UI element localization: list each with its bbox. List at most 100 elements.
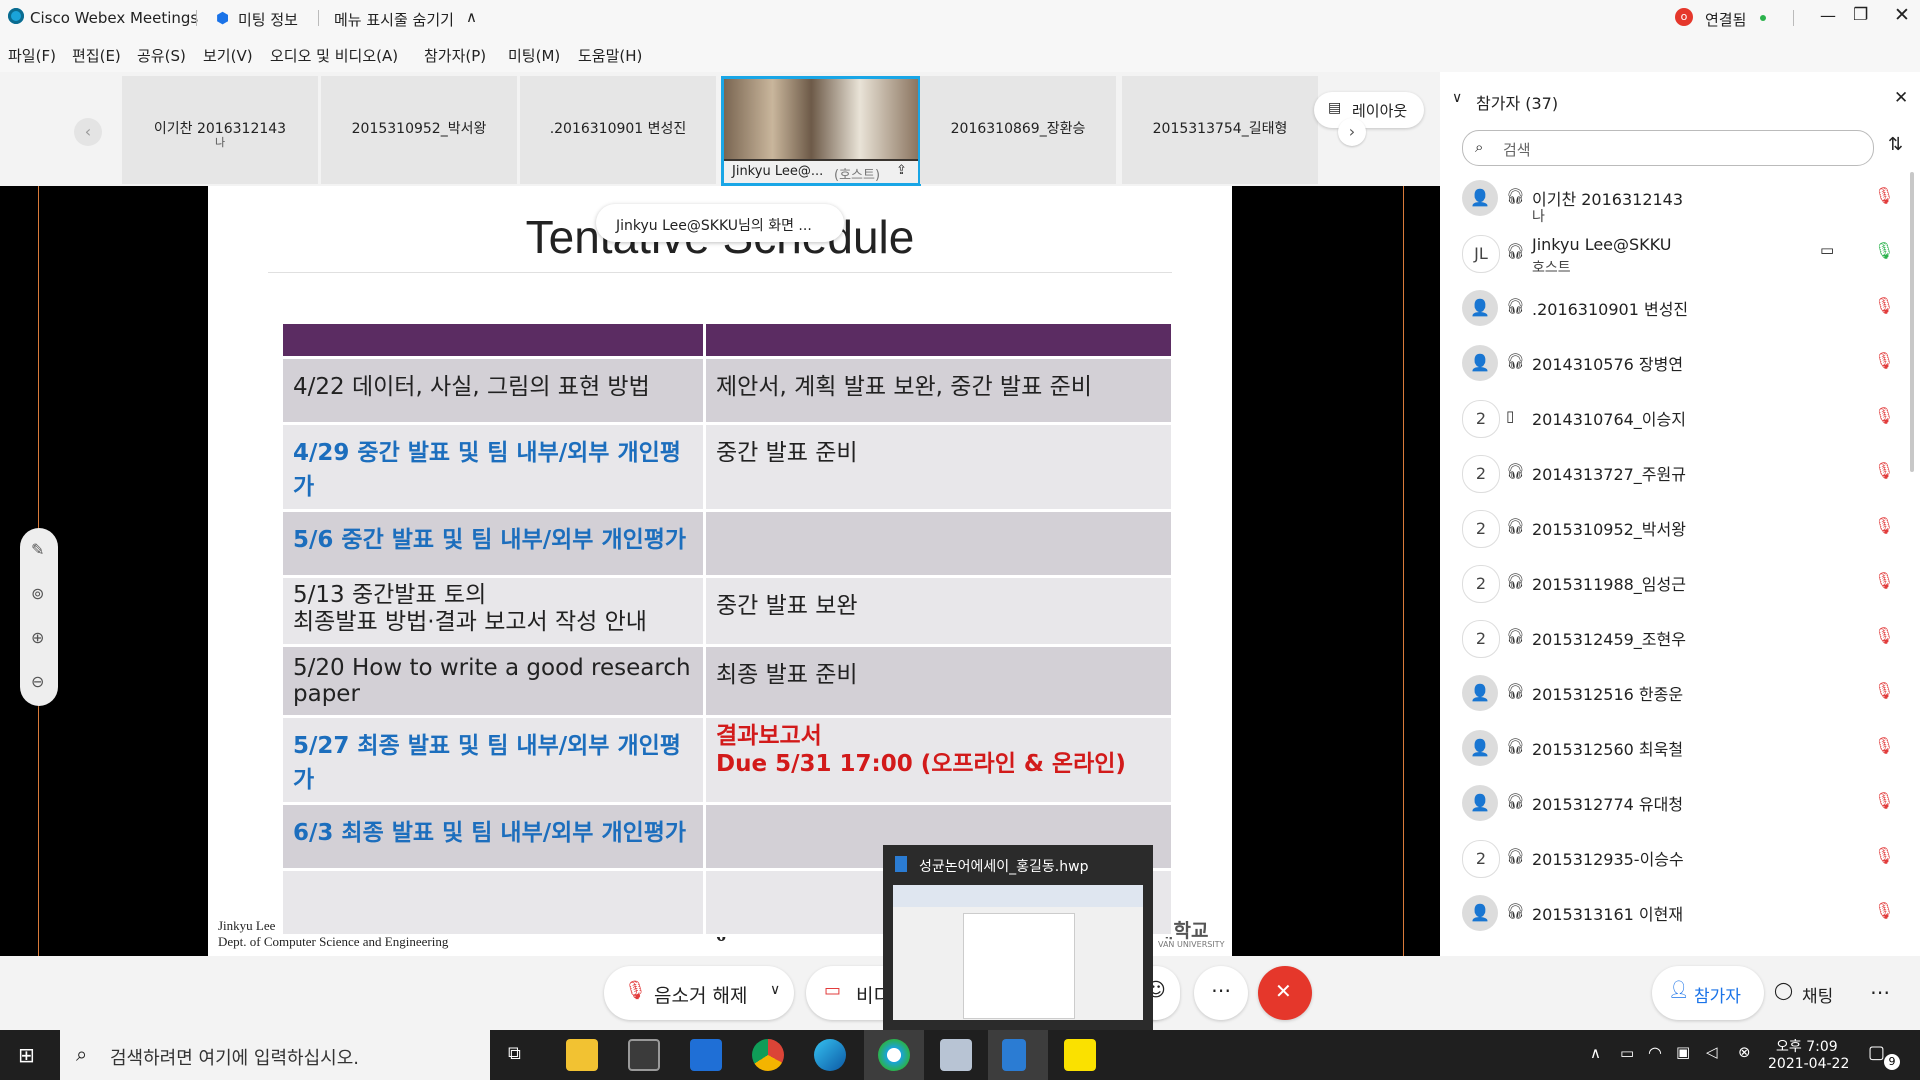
participant-row[interactable]: 👤 🎧︎ 2015312516 한종운 🎙︎: [1440, 665, 1900, 720]
panel-scrollbar[interactable]: [1910, 172, 1914, 472]
chrome-icon[interactable]: [752, 1039, 784, 1071]
mic-muted-icon[interactable]: 🎙︎: [1874, 461, 1894, 480]
active-speaker-thumbnail[interactable]: Jinkyu Lee@... (호스트) ⇪: [721, 76, 921, 186]
participant-row[interactable]: 2 🎧︎ 2015311988_임성근 🎙︎: [1440, 555, 1900, 610]
participant-row[interactable]: 2 🎧︎ 2015312935-이승수 🎙︎: [1440, 830, 1900, 885]
volume-icon[interactable]: ◁: [1706, 1043, 1718, 1061]
participant-search-input[interactable]: ⌕ 검색: [1462, 130, 1874, 166]
zoom-out-icon[interactable]: ⊖: [31, 672, 44, 691]
menu-help[interactable]: 도움말(H): [578, 45, 642, 66]
hwp-icon[interactable]: [1002, 1039, 1026, 1071]
ime-icon[interactable]: ⊗: [1738, 1043, 1751, 1061]
remote-control-icon[interactable]: ⊚: [31, 584, 44, 603]
edge-icon[interactable]: [814, 1039, 846, 1071]
video-thumbnail[interactable]: .2016310901 변성진: [520, 76, 716, 184]
sort-icon[interactable]: ⇅: [1888, 134, 1903, 155]
close-panel-icon[interactable]: ✕: [1894, 88, 1908, 108]
chat-icon: ◯: [1774, 981, 1794, 1001]
shield-icon: ⬢: [216, 9, 230, 27]
mic-muted-icon[interactable]: 🎙︎: [1874, 846, 1894, 865]
taskbar-search-box[interactable]: ⌕ 검색하려면 여기에 입력하십시오.: [60, 1030, 490, 1080]
layout-button[interactable]: ▤ 레이아웃: [1314, 92, 1424, 128]
menu-edit[interactable]: 편집(E): [72, 45, 121, 66]
minimize-icon[interactable]: —: [1820, 6, 1836, 25]
sharing-banner[interactable]: Jinkyu Lee@SKKU님의 화면 ...: [596, 204, 844, 242]
mic-muted-icon[interactable]: 🎙︎: [1874, 351, 1894, 370]
participant-row[interactable]: 2 ▯ 2014310764_이승지 🎙︎: [1440, 390, 1900, 445]
mic-muted-icon[interactable]: 🎙︎: [1874, 626, 1894, 645]
panel-more-icon[interactable]: ⋯: [1870, 980, 1890, 1004]
mic-muted-icon[interactable]: 🎙︎: [1874, 406, 1894, 425]
webex-taskbar-icon[interactable]: [878, 1039, 910, 1071]
participant-row[interactable]: JL 🎧︎ Jinkyu Lee@SKKU 호스트 ▭ 🎙︎: [1440, 225, 1900, 280]
search-icon: ⌕: [1475, 138, 1484, 156]
file-explorer-icon[interactable]: [566, 1039, 598, 1071]
person-icon: 👤: [1470, 793, 1490, 812]
remote-desktop-icon[interactable]: [940, 1039, 972, 1071]
mic-muted-icon[interactable]: 🎙︎: [1874, 296, 1894, 315]
more-options-button[interactable]: ⋯: [1194, 966, 1248, 1020]
participant-row[interactable]: 👤 🎧︎ .2016310901 변성진 🎙︎: [1440, 280, 1900, 335]
participant-row[interactable]: 2 🎧︎ 2015310952_박서왕 🎙︎: [1440, 500, 1900, 555]
battery-icon[interactable]: ▭: [1620, 1044, 1634, 1062]
participant-row[interactable]: 👤 🎧︎ 2015313161 이현재 🎙︎: [1440, 885, 1900, 940]
hide-menu-button[interactable]: 메뉴 표시줄 숨기기: [334, 9, 454, 30]
meeting-info-button[interactable]: 미팅 정보: [238, 9, 298, 30]
mic-muted-icon[interactable]: 🎙︎: [1874, 901, 1894, 920]
tray-chevron-icon[interactable]: ∧: [1590, 1044, 1601, 1062]
headset-icon: 🎧︎: [1506, 187, 1526, 205]
mail-icon[interactable]: [690, 1039, 722, 1071]
phone-icon: ▯: [1506, 407, 1515, 425]
preview-page: [963, 913, 1075, 1019]
strip-prev-button[interactable]: ‹: [74, 118, 102, 146]
divider: [196, 10, 197, 26]
mic-muted-icon[interactable]: 🎙︎: [1874, 571, 1894, 590]
mic-active-icon[interactable]: 🎙︎: [1874, 241, 1894, 260]
menu-meeting[interactable]: 미팅(M): [508, 45, 560, 66]
clock-time[interactable]: 오후 7:09: [1776, 1036, 1838, 1056]
network-icon[interactable]: ▣: [1676, 1043, 1690, 1061]
collapse-chevron-icon[interactable]: ∨: [1452, 90, 1462, 106]
video-camera-icon[interactable]: ▭: [1820, 241, 1834, 259]
menu-audio-video[interactable]: 오디오 및 비디오(A): [270, 45, 398, 66]
strip-next-button[interactable]: ›: [1338, 118, 1366, 146]
windows-start-icon[interactable]: ⊞: [18, 1043, 35, 1067]
leave-meeting-button[interactable]: ✕: [1258, 966, 1312, 1020]
participant-name: 2015312935-이승수: [1532, 850, 1684, 869]
close-window-icon[interactable]: ✕: [1894, 4, 1910, 26]
chat-button[interactable]: ◯ 채팅: [1774, 976, 1854, 1010]
menu-participants[interactable]: 참가자(P): [424, 45, 486, 66]
kakaotalk-icon[interactable]: [1064, 1039, 1096, 1071]
participant-row[interactable]: 👤 🎧︎ 이기찬 2016312143 나 🎙︎: [1440, 170, 1900, 225]
zoom-in-icon[interactable]: ⊕: [31, 628, 44, 647]
wifi-icon[interactable]: ◠: [1648, 1043, 1662, 1062]
taskbar-preview-popup[interactable]: 성균논어에세이_홍길동.hwp: [883, 845, 1153, 1030]
mic-muted-icon[interactable]: 🎙︎: [1874, 791, 1894, 810]
video-thumbnail[interactable]: 2015310952_박서왕: [321, 76, 517, 184]
mic-muted-icon[interactable]: 🎙︎: [1874, 186, 1894, 205]
restore-icon[interactable]: ❐: [1853, 5, 1868, 25]
task-view-icon[interactable]: ⧉: [508, 1043, 521, 1064]
mic-muted-icon[interactable]: 🎙︎: [1874, 681, 1894, 700]
menu-file[interactable]: 파일(F): [8, 45, 56, 66]
menu-share[interactable]: 공유(S): [137, 45, 186, 66]
video-thumbnail[interactable]: 2016310869_장환승: [920, 76, 1116, 184]
participant-row[interactable]: 2 🎧︎ 2015312459_조현우 🎙︎: [1440, 610, 1900, 665]
participants-panel-button[interactable]: 👤︎ 참가자: [1652, 966, 1764, 1020]
participant-row[interactable]: 👤 🎧︎ 2015312560 최욱철 🎙︎: [1440, 720, 1900, 775]
video-thumbnail[interactable]: 이기찬 2016312143 나: [122, 76, 318, 184]
mic-muted-icon[interactable]: 🎙︎: [1874, 736, 1894, 755]
mic-muted-icon[interactable]: 🎙︎: [1874, 516, 1894, 535]
unmute-button[interactable]: 🎙︎ 음소거 해제 ∨: [604, 966, 794, 1020]
menu-view[interactable]: 보기(V): [203, 45, 253, 66]
participant-row[interactable]: 2 🎧︎ 2014313727_주원규 🎙︎: [1440, 445, 1900, 500]
annotate-pen-icon[interactable]: ✎: [31, 540, 44, 559]
avatar: 👤: [1462, 895, 1498, 931]
clock-date[interactable]: 2021-04-22: [1768, 1056, 1849, 1072]
headset-icon: 🎧︎: [1506, 902, 1526, 920]
video-thumbnail[interactable]: 2015313754_길태형: [1122, 76, 1318, 184]
participant-row[interactable]: 👤 🎧︎ 2014310576 장병연 🎙︎: [1440, 335, 1900, 390]
store-icon[interactable]: [628, 1039, 660, 1071]
participant-row[interactable]: 👤 🎧︎ 2015312774 유대청 🎙︎: [1440, 775, 1900, 830]
notification-icon[interactable]: ▢: [1868, 1042, 1885, 1063]
